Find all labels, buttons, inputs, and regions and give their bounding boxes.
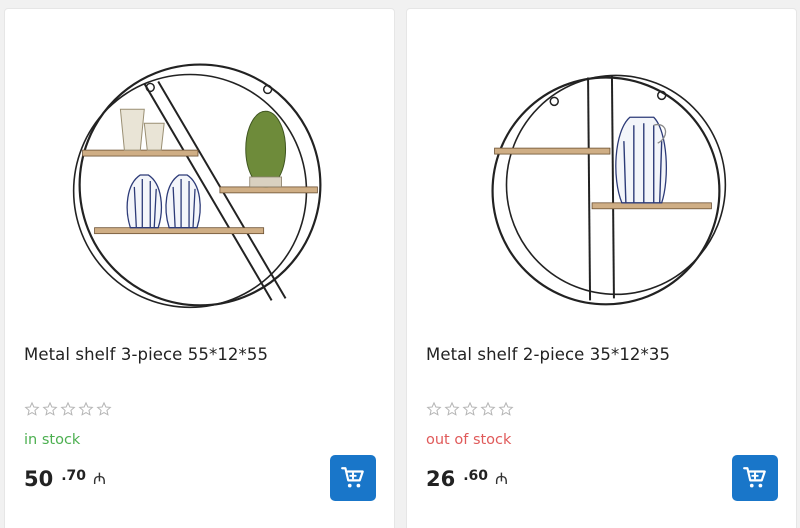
product-card[interactable]: Metal shelf 2-piece 35*12*35 out of stoc… [406,8,797,528]
star-empty-icon[interactable] [24,401,40,417]
stock-status: in stock [24,432,81,448]
shopping-cart-icon [743,467,766,488]
price-integer: 50 [24,467,54,491]
currency-symbol: ₼ [93,469,107,488]
shelf-2-piece-image [491,74,727,306]
currency-symbol: ₼ [495,469,509,488]
star-empty-icon[interactable] [42,401,58,417]
star-empty-icon[interactable] [60,401,76,417]
stock-status: out of stock [426,432,512,448]
add-to-cart-button[interactable] [732,455,778,501]
star-empty-icon[interactable] [444,401,460,417]
star-empty-icon[interactable] [462,401,478,417]
shopping-cart-icon [341,467,364,488]
product-grid: Metal shelf 3-piece 55*12*55 in stock 50… [0,0,800,528]
price-integer: 26 [426,467,456,491]
product-image[interactable] [407,9,796,329]
product-image[interactable] [5,9,394,329]
star-empty-icon[interactable] [96,401,112,417]
price-decimal: .60 [463,468,489,484]
star-empty-icon[interactable] [426,401,442,417]
star-empty-icon[interactable] [78,401,94,417]
product-title[interactable]: Metal shelf 2-piece 35*12*35 [426,345,786,364]
product-title[interactable]: Metal shelf 3-piece 55*12*55 [24,345,384,364]
product-price: 26 .60 ₼ [426,467,508,491]
add-to-cart-button[interactable] [330,455,376,501]
rating-stars[interactable] [426,401,514,417]
star-empty-icon[interactable] [480,401,496,417]
price-decimal: .70 [61,468,87,484]
star-empty-icon[interactable] [498,401,514,417]
product-price: 50 .70 ₼ [24,467,106,491]
rating-stars[interactable] [24,401,112,417]
product-card[interactable]: Metal shelf 3-piece 55*12*55 in stock 50… [4,8,395,528]
shelf-3-piece-image [72,63,322,309]
